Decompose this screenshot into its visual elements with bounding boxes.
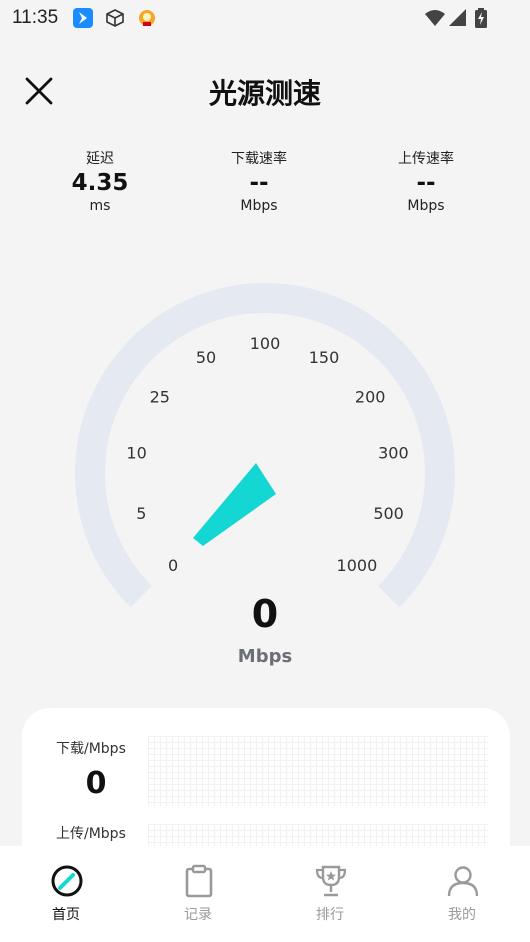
app-notification-icon <box>73 8 93 28</box>
latency-label: 延迟 <box>86 151 114 167</box>
tab-records-label: 记录 <box>184 907 212 923</box>
gauge-tick-label: 50 <box>196 348 216 367</box>
tab-profile-label: 我的 <box>448 907 476 923</box>
bottom-tab-bar: 首页 记录 排行 我的 <box>0 846 530 942</box>
speedometer-icon <box>51 865 83 897</box>
upload-rate-label: 上传速率 <box>398 151 454 167</box>
gauge-tick-label: 100 <box>250 334 281 353</box>
tab-records[interactable]: 记录 <box>132 846 264 942</box>
status-time: 11:35 <box>12 7 59 28</box>
download-rate-label: 下载速率 <box>231 151 287 167</box>
gauge-tick-label: 300 <box>378 444 409 463</box>
tab-profile[interactable]: 我的 <box>396 846 528 942</box>
tab-ranking-label: 排行 <box>316 907 344 923</box>
gauge-tick-labels: 0 5 10 25 50 100 150 200 300 500 1000 <box>126 334 408 575</box>
wifi-icon <box>425 10 445 26</box>
status-bar: 11:35 <box>0 0 530 36</box>
gauge-needle <box>193 463 276 546</box>
cube-icon <box>106 9 124 27</box>
download-rate-value: -- <box>249 170 269 196</box>
trophy-icon <box>315 865 347 897</box>
gauge-tick-label: 500 <box>373 504 404 523</box>
current-speed-value: 0 <box>251 592 279 636</box>
download-value: 0 <box>85 766 107 801</box>
gauge-tick-label: 10 <box>126 444 146 463</box>
header: 光源测速 <box>0 60 530 122</box>
battery-icon <box>475 8 487 28</box>
tab-home[interactable]: 首页 <box>0 846 132 942</box>
download-label: 下载/Mbps <box>56 741 126 757</box>
upload-rate-unit: Mbps <box>407 198 445 214</box>
page-title: 光源测速 <box>208 77 321 110</box>
person-icon <box>447 866 479 897</box>
latency-metric: 延迟 4.35 ms <box>25 148 175 214</box>
gauge-tick-label: 0 <box>168 556 178 575</box>
latency-value: 4.35 <box>71 170 129 196</box>
tab-home-label: 首页 <box>52 907 80 923</box>
gauge-tick-label: 200 <box>355 388 386 407</box>
current-speed-unit: Mbps <box>237 646 293 667</box>
latency-unit: ms <box>89 198 111 214</box>
upload-rate-metric: 上传速率 -- Mbps <box>351 148 501 214</box>
gauge-tick-label: 1000 <box>337 556 378 575</box>
download-rate-unit: Mbps <box>240 198 278 214</box>
upload-rate-value: -- <box>416 170 436 196</box>
clipboard-icon <box>185 864 213 898</box>
download-chart <box>148 736 488 806</box>
signal-icon <box>449 9 466 26</box>
gauge-tick-label: 5 <box>136 504 146 523</box>
game-notification-icon <box>139 10 155 26</box>
gauge-tick-label: 25 <box>150 388 170 407</box>
tab-ranking[interactable]: 排行 <box>264 846 396 942</box>
upload-label: 上传/Mbps <box>56 826 126 842</box>
gauge-tick-label: 150 <box>309 348 340 367</box>
download-rate-metric: 下载速率 -- Mbps <box>184 148 334 214</box>
